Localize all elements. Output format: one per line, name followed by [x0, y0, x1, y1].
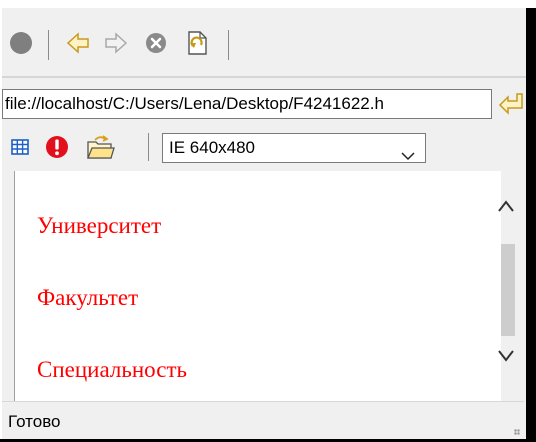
chevron-down-icon	[401, 142, 415, 170]
status-bar: Готово	[2, 401, 524, 439]
tools-separator	[148, 133, 149, 161]
vertical-scrollbar[interactable]	[498, 171, 515, 407]
page-content: Университет Факультет Специальность	[15, 171, 501, 407]
stop-circle-icon[interactable]	[6, 22, 36, 64]
open-folder-icon[interactable]	[82, 129, 118, 165]
heading-faculty: Факультет	[37, 285, 139, 310]
forward-arrow-icon[interactable]	[100, 22, 132, 64]
toolbar-separator	[228, 30, 229, 60]
resize-grip-icon[interactable]	[514, 429, 520, 435]
viewport-size-select[interactable]: IE 640x480	[162, 133, 426, 163]
address-input[interactable]: file://localhost/C:/Users/Lena/Desktop/F…	[2, 89, 492, 119]
tools-row: IE 640x480	[2, 129, 526, 167]
scroll-down-icon[interactable]	[497, 349, 515, 368]
page-viewport: Университет Факультет Специальность	[14, 171, 515, 407]
status-text: Готово	[8, 412, 61, 431]
refresh-page-icon[interactable]	[180, 22, 214, 64]
navigation-toolbar	[2, 22, 526, 66]
cancel-icon[interactable]	[140, 22, 172, 64]
heading-specialty: Специальность	[37, 357, 187, 382]
grid-icon[interactable]	[6, 129, 34, 165]
toolbar-separator	[48, 30, 49, 60]
browser-preview-panel: file://localhost/C:/Users/Lena/Desktop/F…	[2, 8, 526, 439]
top-gap	[0, 0, 536, 8]
heading-university: Университет	[37, 213, 162, 238]
toolbar-divider	[2, 76, 526, 78]
back-arrow-icon[interactable]	[62, 22, 94, 64]
scroll-up-icon[interactable]	[497, 199, 515, 218]
go-arrow-icon[interactable]	[496, 87, 526, 121]
scrollbar-thumb[interactable]	[501, 244, 515, 336]
address-row: file://localhost/C:/Users/Lena/Desktop/F…	[2, 85, 526, 125]
viewport-size-value: IE 640x480	[169, 138, 256, 157]
error-icon[interactable]	[42, 129, 72, 165]
